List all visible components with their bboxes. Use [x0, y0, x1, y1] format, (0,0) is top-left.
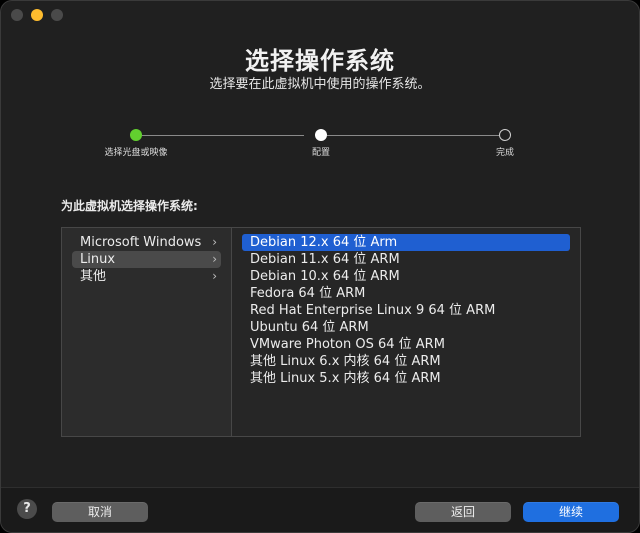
step-1-indicator: [130, 129, 142, 141]
category-label: 其他: [80, 269, 107, 284]
category-label: Microsoft Windows: [80, 235, 202, 250]
os-item[interactable]: VMware Photon OS 64 位 ARM: [242, 336, 570, 353]
help-button[interactable]: ?: [17, 499, 37, 519]
step-3-label: 完成: [495, 148, 515, 158]
zoom-window-button[interactable]: [51, 9, 63, 21]
category-label: Linux: [80, 252, 116, 267]
chevron-right-icon: ›: [212, 269, 217, 283]
os-item[interactable]: Ubuntu 64 位 ARM: [242, 319, 570, 336]
os-version-list: Debian 12.x 64 位 Arm Debian 11.x 64 位 AR…: [232, 228, 580, 436]
close-window-button[interactable]: [11, 9, 23, 21]
os-item[interactable]: Fedora 64 位 ARM: [242, 285, 570, 302]
category-item-other[interactable]: 其他 ›: [72, 268, 221, 285]
page-title: 选择操作系统: [245, 47, 395, 75]
os-item[interactable]: Debian 10.x 64 位 ARM: [242, 268, 570, 285]
page-subtitle: 选择要在此虚拟机中使用的操作系统。: [209, 77, 431, 92]
step-1-label: 选择光盘或映像: [104, 148, 168, 158]
cancel-button[interactable]: 取消: [52, 502, 148, 522]
step-2-indicator: [315, 129, 327, 141]
category-item-microsoft-windows[interactable]: Microsoft Windows ›: [72, 234, 221, 251]
chevron-right-icon: ›: [212, 235, 217, 249]
step-3-indicator: [499, 129, 511, 141]
window-controls: [11, 9, 63, 21]
category-item-linux[interactable]: Linux ›: [72, 251, 221, 268]
os-selection-panel: Microsoft Windows › Linux › 其他 › Debian …: [61, 227, 581, 437]
question-icon: ?: [23, 501, 31, 516]
os-item[interactable]: Debian 12.x 64 位 Arm: [242, 234, 570, 251]
chevron-right-icon: ›: [212, 252, 217, 266]
continue-button[interactable]: 继续: [523, 502, 619, 522]
step-connector: [327, 135, 499, 136]
back-button[interactable]: 返回: [415, 502, 511, 522]
os-item[interactable]: Debian 11.x 64 位 ARM: [242, 251, 570, 268]
step-2-label: 配置: [311, 148, 331, 158]
os-prompt-label: 为此虚拟机选择操作系统:: [61, 199, 198, 213]
minimize-window-button[interactable]: [31, 9, 43, 21]
os-item[interactable]: 其他 Linux 5.x 内核 64 位 ARM: [242, 370, 570, 387]
wizard-steps: 选择光盘或映像 配置 完成: [1, 129, 639, 159]
vm-wizard-window: 选择操作系统 选择要在此虚拟机中使用的操作系统。 选择光盘或映像 配置 完成 为…: [0, 0, 640, 533]
step-connector: [142, 135, 304, 136]
os-item[interactable]: Red Hat Enterprise Linux 9 64 位 ARM: [242, 302, 570, 319]
os-category-list: Microsoft Windows › Linux › 其他 ›: [62, 228, 232, 436]
os-item[interactable]: 其他 Linux 6.x 内核 64 位 ARM: [242, 353, 570, 370]
